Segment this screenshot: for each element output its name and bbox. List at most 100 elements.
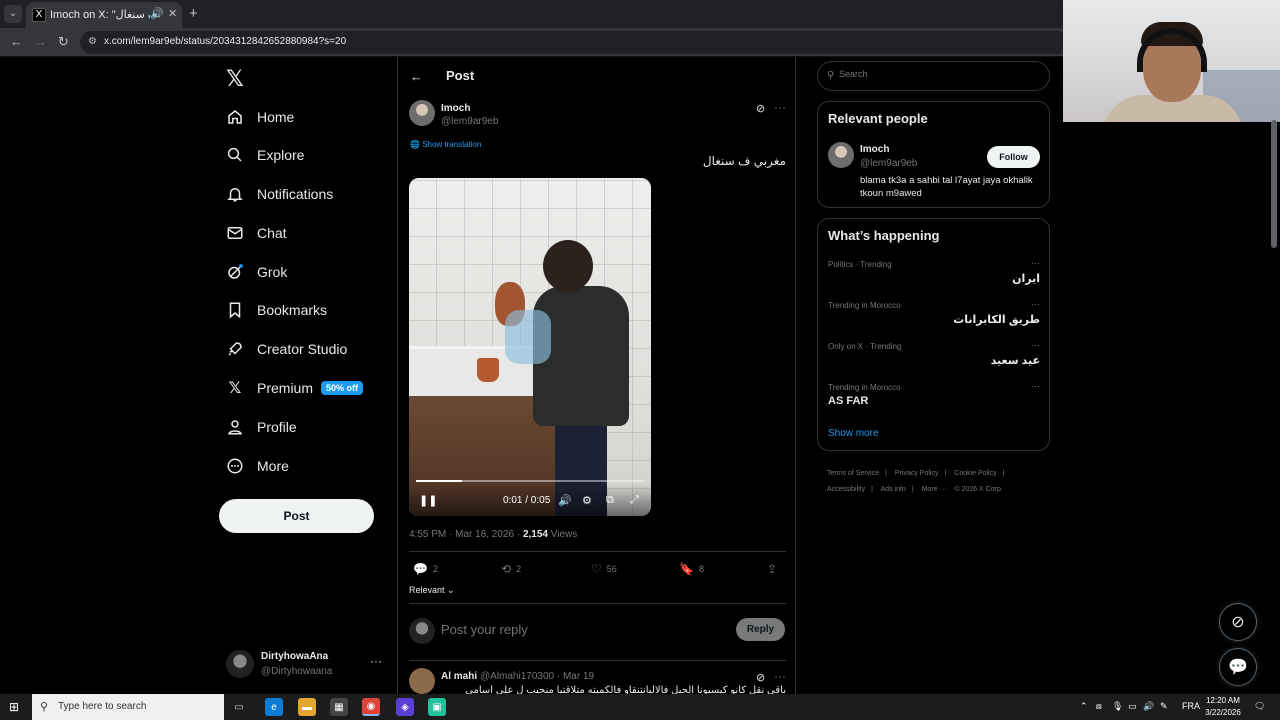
- pause-icon[interactable]: ❚❚: [419, 494, 437, 507]
- search-input[interactable]: [839, 69, 1039, 79]
- reply-button[interactable]: Reply: [736, 618, 785, 641]
- avatar[interactable]: [828, 142, 854, 168]
- pen-icon[interactable]: ✎: [1160, 701, 1168, 712]
- reply-action[interactable]: 💬 2: [413, 562, 438, 576]
- more-options-icon[interactable]: ···: [774, 100, 786, 114]
- video-frame-cup: [477, 358, 499, 382]
- bookmark-action[interactable]: 🔖 8: [679, 562, 704, 576]
- nav-bookmarks[interactable]: Bookmarks: [226, 297, 327, 323]
- volume-icon[interactable]: 🔊: [558, 494, 572, 507]
- pip-icon[interactable]: ⧉: [606, 494, 614, 507]
- nav-grok[interactable]: Grok: [226, 259, 287, 285]
- trend-item[interactable]: Trending in Morocco ··· طريق الكابرانات: [828, 299, 1040, 333]
- tab-search-button[interactable]: ⌄: [4, 5, 22, 23]
- footer-link[interactable]: Accessibility: [827, 486, 865, 493]
- footer-separator: |: [885, 470, 887, 477]
- windows-start-icon[interactable]: ⊞: [9, 700, 19, 714]
- author-handle[interactable]: @lem9ar9eb: [441, 116, 498, 127]
- tab-close-icon[interactable]: ✕: [168, 7, 177, 20]
- footer-link[interactable]: Ads info: [881, 486, 906, 493]
- speaker-icon[interactable]: 🔊: [150, 7, 164, 20]
- show-more-link[interactable]: Show more: [828, 428, 879, 439]
- volume-icon[interactable]: 🔊: [1143, 701, 1154, 712]
- like-action[interactable]: ♡ 56: [591, 562, 617, 576]
- reply-count: 2: [432, 564, 438, 574]
- tray-app-icon[interactable]: ⧇: [1096, 701, 1102, 712]
- browser-tab[interactable]: X Imoch on X: "مغربي ف سنغال 🔊 ✕: [26, 2, 182, 28]
- new-tab-button[interactable]: +: [189, 5, 198, 22]
- webcam-overlay: [1063, 0, 1280, 122]
- avatar[interactable]: [409, 100, 435, 126]
- footer-link[interactable]: Terms of Service: [827, 470, 879, 477]
- person-name[interactable]: Imoch: [860, 144, 889, 155]
- reply-sort-dropdown[interactable]: Relevant ⌄: [409, 585, 455, 596]
- edge-icon[interactable]: e: [265, 698, 283, 716]
- footer-link[interactable]: Privacy Policy: [895, 470, 939, 477]
- footer-link[interactable]: Cookie Policy: [954, 470, 996, 477]
- grok-fab-button[interactable]: ⊘: [1219, 603, 1257, 641]
- taskbar-search-placeholder: Type here to search: [58, 701, 147, 712]
- follow-button[interactable]: Follow: [987, 146, 1040, 168]
- back-arrow-icon[interactable]: ←: [410, 69, 423, 84]
- reply-input[interactable]: [441, 622, 701, 637]
- search-box[interactable]: ⚲: [817, 61, 1050, 91]
- nav-premium[interactable]: 𝕏 Premium 50% off: [226, 375, 364, 401]
- x-logo[interactable]: 𝕏: [226, 66, 244, 92]
- avatar[interactable]: [409, 668, 435, 694]
- notifications-icon[interactable]: 🗨: [1254, 701, 1265, 712]
- compose-post-button[interactable]: Post: [219, 499, 374, 533]
- nav-profile[interactable]: Profile: [226, 414, 297, 440]
- file-explorer-icon[interactable]: ▬: [298, 698, 316, 716]
- tray-chevron-icon[interactable]: ⌃: [1080, 701, 1088, 712]
- reload-icon[interactable]: ↻: [58, 34, 69, 50]
- page-scrollbar[interactable]: [1271, 120, 1277, 248]
- grok-explain-icon[interactable]: ⊘: [756, 671, 765, 684]
- bookmark-icon: [226, 301, 244, 319]
- app-icon[interactable]: ▣: [428, 698, 446, 716]
- messages-fab-button[interactable]: 💬: [1219, 648, 1257, 686]
- page-title: Post: [446, 68, 475, 83]
- comment-author-handle[interactable]: @Almahi170300 · Mar 19: [480, 671, 594, 682]
- more-options-icon[interactable]: ···: [1031, 381, 1040, 391]
- clock[interactable]: 12:20 AM 3/22/2026: [1198, 695, 1248, 719]
- account-switcher[interactable]: DirtyhowaAna @Dirtyhowaana ···: [226, 648, 384, 682]
- more-options-icon[interactable]: ···: [1031, 340, 1040, 350]
- store-icon[interactable]: ▦: [330, 698, 348, 716]
- network-icon[interactable]: ▭: [1128, 701, 1137, 712]
- author-name[interactable]: Imoch: [441, 103, 470, 114]
- taskbar-search[interactable]: ⚲ Type here to search: [32, 694, 224, 720]
- forward-arrow-icon[interactable]: →: [34, 34, 47, 49]
- trend-item[interactable]: Only on X · Trending ··· عيد سعيد: [828, 340, 1040, 374]
- task-view-icon[interactable]: ▭: [230, 698, 248, 716]
- app-icon[interactable]: ◈: [396, 698, 414, 716]
- settings-icon[interactable]: ⚙: [582, 494, 592, 507]
- footer-link[interactable]: More ···: [922, 486, 947, 493]
- more-options-icon[interactable]: ···: [1031, 299, 1040, 309]
- grok-explain-icon[interactable]: ⊘: [756, 102, 765, 115]
- comment-author-name[interactable]: Al mahi: [441, 671, 477, 682]
- nav-explore[interactable]: Explore: [226, 142, 304, 168]
- fullscreen-icon[interactable]: ⤢: [630, 494, 639, 507]
- nav-home[interactable]: Home: [226, 104, 294, 130]
- video-progress-bar[interactable]: [416, 480, 644, 482]
- nav-more[interactable]: More: [226, 453, 289, 479]
- account-more-icon[interactable]: ···: [370, 654, 382, 668]
- trend-item[interactable]: Trending in Morocco ··· AS FAR: [828, 381, 1040, 415]
- nav-chat[interactable]: Chat: [226, 220, 287, 246]
- whats-happening-card: What’s happening Politics · Trending ···…: [817, 218, 1050, 451]
- person-handle[interactable]: @lem9ar9eb: [860, 158, 917, 169]
- more-options-icon[interactable]: ···: [1031, 258, 1040, 268]
- back-arrow-icon[interactable]: ←: [10, 34, 23, 49]
- share-action[interactable]: ⇪: [767, 562, 782, 576]
- url-field[interactable]: ⚙ x.com/lem9ar9eb/status/203431284265288…: [80, 31, 1070, 54]
- nav-notifications[interactable]: Notifications: [226, 181, 333, 207]
- video-player[interactable]: ❚❚ 0:01 / 0:05 🔊 ⚙ ⧉ ⤢: [409, 178, 651, 516]
- trend-item[interactable]: Politics · Trending ··· ايران: [828, 258, 1040, 292]
- more-options-icon[interactable]: ···: [774, 669, 786, 683]
- repost-action[interactable]: ⟲ 2: [501, 562, 521, 576]
- microphone-icon[interactable]: 🎙: [1112, 701, 1123, 712]
- show-translation-link[interactable]: 🌐 Show translation: [410, 140, 481, 149]
- chrome-icon[interactable]: ◉: [362, 698, 380, 716]
- site-info-icon[interactable]: ⚙: [88, 36, 97, 47]
- nav-creator-studio[interactable]: Creator Studio: [226, 336, 347, 362]
